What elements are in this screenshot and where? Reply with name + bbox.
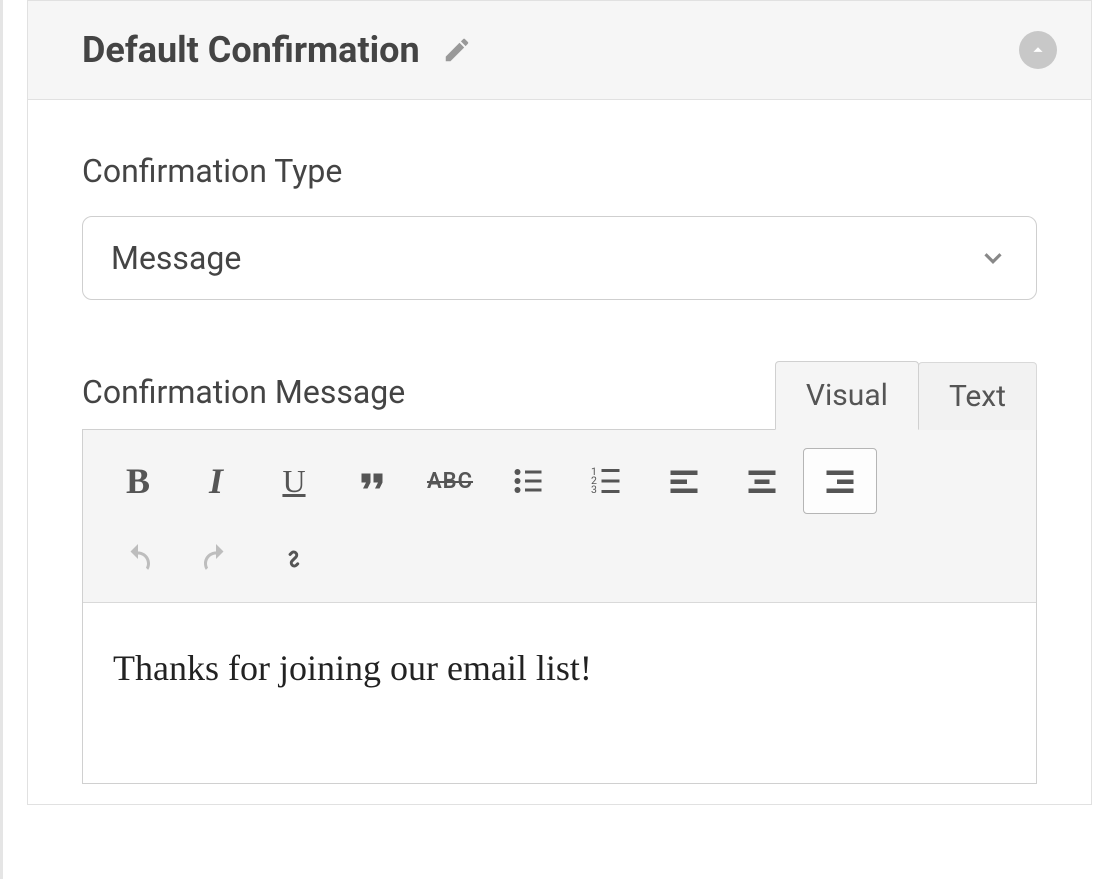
editor-toolbar: B I U ABC (83, 430, 1036, 603)
align-right-button[interactable] (803, 448, 877, 514)
confirmation-type-label: Confirmation Type (82, 152, 1037, 190)
link-icon (276, 541, 312, 577)
svg-text:3: 3 (591, 483, 597, 496)
editor-text: Thanks for joining our email list! (113, 648, 592, 688)
blockquote-button[interactable] (335, 448, 409, 514)
redo-icon (198, 541, 234, 577)
tab-visual[interactable]: Visual (775, 361, 919, 430)
quote-icon (354, 463, 390, 499)
align-right-icon (822, 463, 858, 499)
panel-body: Confirmation Type Message Confirmation M… (27, 100, 1092, 805)
align-left-icon (666, 463, 702, 499)
pencil-icon[interactable] (442, 35, 472, 65)
panel-header: Default Confirmation (27, 0, 1092, 100)
editor-content[interactable]: Thanks for joining our email list! (83, 603, 1036, 783)
align-left-button[interactable] (647, 448, 721, 514)
redo-button[interactable] (179, 526, 253, 592)
bullet-list-button[interactable] (491, 448, 565, 514)
editor-tabs: Visual Text (775, 360, 1037, 429)
align-center-icon (744, 463, 780, 499)
italic-button[interactable]: I (179, 448, 253, 514)
numbered-list-icon: 123 (588, 463, 624, 499)
link-button[interactable] (257, 526, 331, 592)
panel-title: Default Confirmation (82, 29, 420, 71)
align-center-button[interactable] (725, 448, 799, 514)
collapse-button[interactable] (1019, 31, 1057, 69)
bold-button[interactable]: B (101, 448, 175, 514)
strikethrough-button[interactable]: ABC (413, 448, 487, 514)
chevron-up-icon (1027, 39, 1049, 61)
underline-button[interactable]: U (257, 448, 331, 514)
confirmation-type-select[interactable]: Message (82, 216, 1037, 300)
tab-text[interactable]: Text (918, 362, 1037, 430)
chevron-down-icon (978, 243, 1008, 273)
numbered-list-button[interactable]: 123 (569, 448, 643, 514)
select-value: Message (111, 239, 241, 277)
undo-icon (120, 541, 156, 577)
confirmation-message-label: Confirmation Message (82, 373, 775, 411)
bullet-list-icon (510, 463, 546, 499)
editor: B I U ABC (82, 429, 1037, 784)
undo-button[interactable] (101, 526, 175, 592)
